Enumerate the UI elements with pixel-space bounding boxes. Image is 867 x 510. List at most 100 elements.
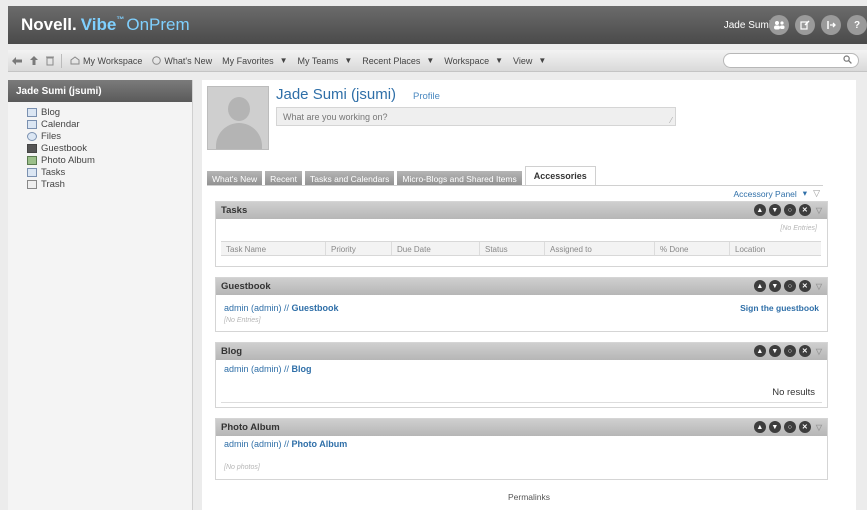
move-up-icon[interactable]: ▲ <box>753 421 766 433</box>
owner-label: admin (admin) // <box>224 303 290 313</box>
chevron-down-icon: ▼ <box>279 56 288 65</box>
files-icon <box>27 131 37 141</box>
sign-guestbook-link[interactable]: Sign the guestbook <box>740 303 819 313</box>
edit-icon[interactable]: ○ <box>783 345 796 357</box>
close-icon[interactable]: ✕ <box>798 280 811 292</box>
move-up-icon[interactable]: ▲ <box>753 345 766 357</box>
divider <box>221 402 822 403</box>
sidebar-item-trash[interactable]: Trash <box>27 178 192 190</box>
status-input[interactable]: What are you working on? ⁄ <box>276 107 676 126</box>
photo-album-link[interactable]: admin (admin) // Photo Album <box>224 439 347 449</box>
sidebar-item-label: Guestbook <box>41 142 87 154</box>
sidebar-list: Blog Calendar Files Guestbook Photo Albu… <box>8 102 192 190</box>
app-header: Novell. Vibe™ OnPrem Jade Sumi ? <box>8 6 867 44</box>
move-down-icon[interactable]: ▼ <box>768 345 781 357</box>
edit-icon[interactable]: ○ <box>783 204 796 216</box>
back-icon[interactable] <box>8 52 26 70</box>
my-teams-menu[interactable]: My Teams ▼ <box>293 52 358 70</box>
portlet-title-label: Blog <box>221 346 243 357</box>
sidebar-item-photo-album[interactable]: Photo Album <box>27 154 192 166</box>
sidebar-item-tasks[interactable]: Tasks <box>27 166 192 178</box>
blog-link[interactable]: admin (admin) // Blog <box>224 364 312 374</box>
sidebar-item-guestbook[interactable]: Guestbook <box>27 142 192 154</box>
chevron-down-icon: ▼ <box>426 56 435 65</box>
profile-name: Jade Sumi (jsumi) <box>276 86 397 103</box>
guestbook-portlet: Guestbook ▲ ▼ ○ ✕ ▽ admin (admin) // Gue… <box>215 277 828 332</box>
tab-recent[interactable]: Recent <box>265 171 303 186</box>
edit-icon[interactable]: ○ <box>783 421 796 433</box>
profile-link[interactable]: Profile <box>413 91 440 102</box>
empty-message: [No photos] <box>224 464 260 471</box>
move-down-icon[interactable]: ▼ <box>768 280 781 292</box>
up-icon[interactable] <box>26 52 42 70</box>
move-up-icon[interactable]: ▲ <box>753 204 766 216</box>
collapse-icon[interactable]: ▽ <box>816 206 822 215</box>
move-down-icon[interactable]: ▼ <box>768 204 781 216</box>
move-down-icon[interactable]: ▼ <box>768 421 781 433</box>
column-header[interactable]: Location <box>730 242 821 255</box>
close-icon[interactable]: ✕ <box>798 204 811 216</box>
whats-new-button[interactable]: What's New <box>147 52 217 70</box>
column-header[interactable]: Task Name <box>221 242 326 255</box>
chevron-down-icon: ▼ <box>495 56 504 65</box>
recent-places-menu[interactable]: Recent Places ▼ <box>357 52 439 70</box>
avatar[interactable] <box>207 86 269 150</box>
collapse-icon[interactable]: ▽ <box>813 188 820 199</box>
empty-message: [No Entries] <box>780 225 817 232</box>
column-header[interactable]: % Done <box>655 242 730 255</box>
tab-bar: What's New Recent Tasks and Calendars Mi… <box>207 166 596 186</box>
close-icon[interactable]: ✕ <box>798 345 811 357</box>
tab-micro-blogs[interactable]: Micro-Blogs and Shared Items <box>397 171 522 186</box>
help-icon[interactable]: ? <box>847 15 867 35</box>
sidebar-item-files[interactable]: Files <box>27 130 192 142</box>
search-input[interactable] <box>723 53 859 68</box>
owner-label: admin (admin) // <box>224 364 290 374</box>
guestbook-link[interactable]: admin (admin) // Guestbook <box>224 303 339 313</box>
close-icon[interactable]: ✕ <box>798 421 811 433</box>
sidebar-item-calendar[interactable]: Calendar <box>27 118 192 130</box>
my-workspace-button[interactable]: My Workspace <box>65 52 147 70</box>
workspace-menu[interactable]: Workspace ▼ <box>439 52 508 70</box>
blog-icon <box>27 107 37 117</box>
tab-tasks-and-calendars[interactable]: Tasks and Calendars <box>305 171 395 186</box>
resize-grip-icon[interactable]: ⁄ <box>671 116 672 125</box>
collapse-icon[interactable]: ▽ <box>816 282 822 291</box>
sidebar-title[interactable]: Jade Sumi (jsumi) <box>8 80 192 102</box>
collapse-icon[interactable]: ▽ <box>816 347 822 356</box>
status-placeholder: What are you working on? <box>283 112 388 122</box>
column-header[interactable]: Status <box>480 242 545 255</box>
portlet-title-label: Guestbook <box>221 281 271 292</box>
accessory-panel-label: Accessory Panel <box>733 188 797 199</box>
app-logo[interactable]: Novell. Vibe™ OnPrem <box>21 15 190 35</box>
folder-label: Blog <box>291 364 312 374</box>
permalinks-link[interactable]: Permalinks <box>202 492 856 502</box>
search-icon[interactable] <box>843 55 852 66</box>
logout-icon[interactable] <box>821 15 841 35</box>
edit-icon[interactable]: ○ <box>783 280 796 292</box>
column-header[interactable]: Priority <box>326 242 392 255</box>
portlet-body: [No Entries] Task Name Priority Due Date… <box>216 219 827 266</box>
collapse-icon[interactable]: ▽ <box>816 423 822 432</box>
view-label: View <box>513 55 533 66</box>
folder-label: Photo Album <box>291 439 348 449</box>
my-workspace-label: My Workspace <box>83 55 143 66</box>
edit-icon[interactable] <box>795 15 815 35</box>
view-menu[interactable]: View ▼ <box>508 52 551 70</box>
toolbar-divider <box>61 53 62 68</box>
header-icons: ? <box>769 15 867 35</box>
tab-whats-new[interactable]: What's New <box>207 171 263 186</box>
column-header[interactable]: Due Date <box>392 242 480 255</box>
my-favorites-menu[interactable]: My Favorites ▼ <box>217 52 292 70</box>
column-header[interactable]: Assigned to <box>545 242 655 255</box>
tab-accessories[interactable]: Accessories <box>524 166 596 186</box>
portlet-body: admin (admin) // Photo Album [No photos] <box>216 436 827 479</box>
header-user-name[interactable]: Jade Sumi <box>724 20 771 31</box>
people-icon[interactable] <box>769 15 789 35</box>
accessory-panel-menu[interactable]: Accessory Panel ▾ ▽ <box>733 188 820 199</box>
folder-label: Guestbook <box>291 303 339 313</box>
trash-toolbar-icon[interactable] <box>42 52 58 70</box>
move-up-icon[interactable]: ▲ <box>753 280 766 292</box>
whats-new-label: What's New <box>164 55 213 66</box>
avatar-head <box>228 97 250 121</box>
sidebar-item-blog[interactable]: Blog <box>27 106 192 118</box>
